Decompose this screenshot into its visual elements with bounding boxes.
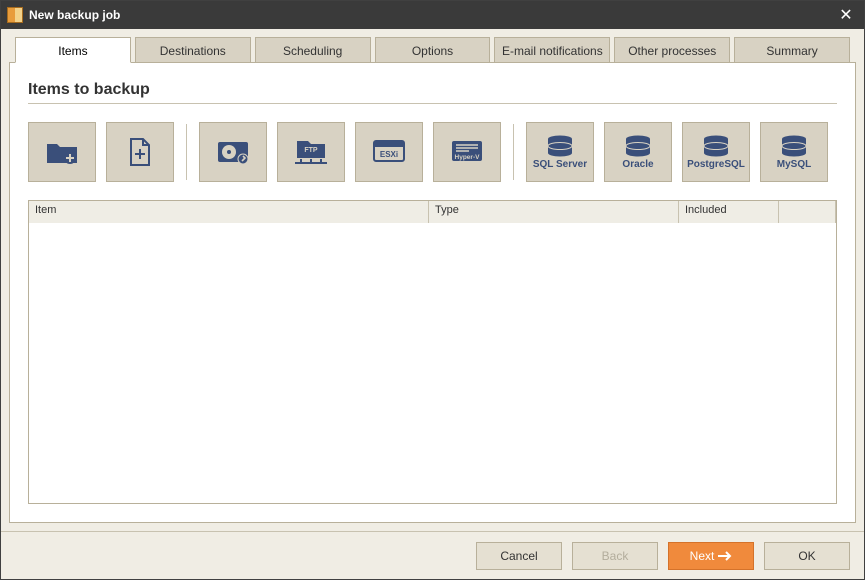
tab-strip: Items Destinations Scheduling Options E-… bbox=[9, 37, 856, 63]
folder-plus-icon bbox=[45, 138, 79, 166]
table-body bbox=[29, 223, 836, 503]
back-button[interactable]: Back bbox=[572, 542, 658, 570]
col-type[interactable]: Type bbox=[429, 201, 679, 223]
tab-scheduling[interactable]: Scheduling bbox=[255, 37, 371, 63]
col-item[interactable]: Item bbox=[29, 201, 429, 223]
footer-bar: Cancel Back Next OK bbox=[1, 531, 864, 579]
source-mysql-button[interactable]: MySQL bbox=[760, 122, 828, 182]
tab-items[interactable]: Items bbox=[15, 37, 131, 63]
database-icon bbox=[546, 135, 574, 157]
source-mysql-label: MySQL bbox=[777, 159, 811, 170]
source-postgresql-label: PostgreSQL bbox=[687, 159, 745, 170]
source-disk-image-button[interactable] bbox=[199, 122, 267, 182]
separator bbox=[186, 124, 187, 180]
window-title: New backup job bbox=[29, 8, 834, 22]
source-oracle-label: Oracle bbox=[622, 159, 653, 170]
close-icon[interactable]: ✕ bbox=[834, 5, 858, 25]
content-area: APPNEE.COM Items Destinations Scheduling… bbox=[1, 29, 864, 531]
database-icon bbox=[702, 135, 730, 157]
table-header: Item Type Included bbox=[29, 201, 836, 223]
tab-options[interactable]: Options bbox=[375, 37, 491, 63]
disk-icon bbox=[216, 138, 250, 166]
tab-summary[interactable]: Summary bbox=[734, 37, 850, 63]
source-esxi-button[interactable]: ESXi bbox=[355, 122, 423, 182]
source-add-folder-button[interactable] bbox=[28, 122, 96, 182]
svg-text:ESXi: ESXi bbox=[380, 150, 398, 159]
ftp-icon: FTP bbox=[293, 137, 329, 167]
section-title: Items to backup bbox=[28, 81, 837, 99]
file-plus-icon bbox=[126, 137, 154, 167]
svg-text:Hyper-V: Hyper-V bbox=[455, 154, 481, 161]
titlebar: New backup job ✕ bbox=[1, 1, 864, 29]
source-hyperv-button[interactable]: Hyper-V bbox=[433, 122, 501, 182]
database-icon bbox=[624, 135, 652, 157]
tab-panel: Items to backup bbox=[9, 62, 856, 523]
source-add-file-button[interactable] bbox=[106, 122, 174, 182]
arrow-right-icon bbox=[718, 551, 732, 561]
esxi-icon: ESXi bbox=[371, 138, 407, 166]
col-included[interactable]: Included bbox=[679, 201, 779, 223]
source-sqlserver-label: SQL Server bbox=[533, 159, 587, 170]
source-ftp-button[interactable]: FTP bbox=[277, 122, 345, 182]
svg-text:FTP: FTP bbox=[304, 147, 318, 154]
source-oracle-button[interactable]: Oracle bbox=[604, 122, 672, 182]
tab-destinations[interactable]: Destinations bbox=[135, 37, 251, 63]
cancel-button[interactable]: Cancel bbox=[476, 542, 562, 570]
section-rule bbox=[28, 103, 837, 104]
items-table: Item Type Included bbox=[28, 200, 837, 504]
source-sqlserver-button[interactable]: SQL Server bbox=[526, 122, 594, 182]
col-spacer bbox=[779, 201, 836, 223]
database-icon bbox=[780, 135, 808, 157]
ok-button[interactable]: OK bbox=[764, 542, 850, 570]
hyperv-icon: Hyper-V bbox=[449, 138, 485, 166]
next-button[interactable]: Next bbox=[668, 542, 754, 570]
next-button-label: Next bbox=[690, 549, 715, 563]
source-buttons-row: FTP ESXi bbox=[28, 122, 837, 182]
tab-other[interactable]: Other processes bbox=[614, 37, 730, 63]
tab-email[interactable]: E-mail notifications bbox=[494, 37, 610, 63]
dialog-window: New backup job ✕ APPNEE.COM Items Destin… bbox=[0, 0, 865, 580]
source-postgresql-button[interactable]: PostgreSQL bbox=[682, 122, 750, 182]
app-icon bbox=[7, 7, 23, 23]
separator bbox=[513, 124, 514, 180]
